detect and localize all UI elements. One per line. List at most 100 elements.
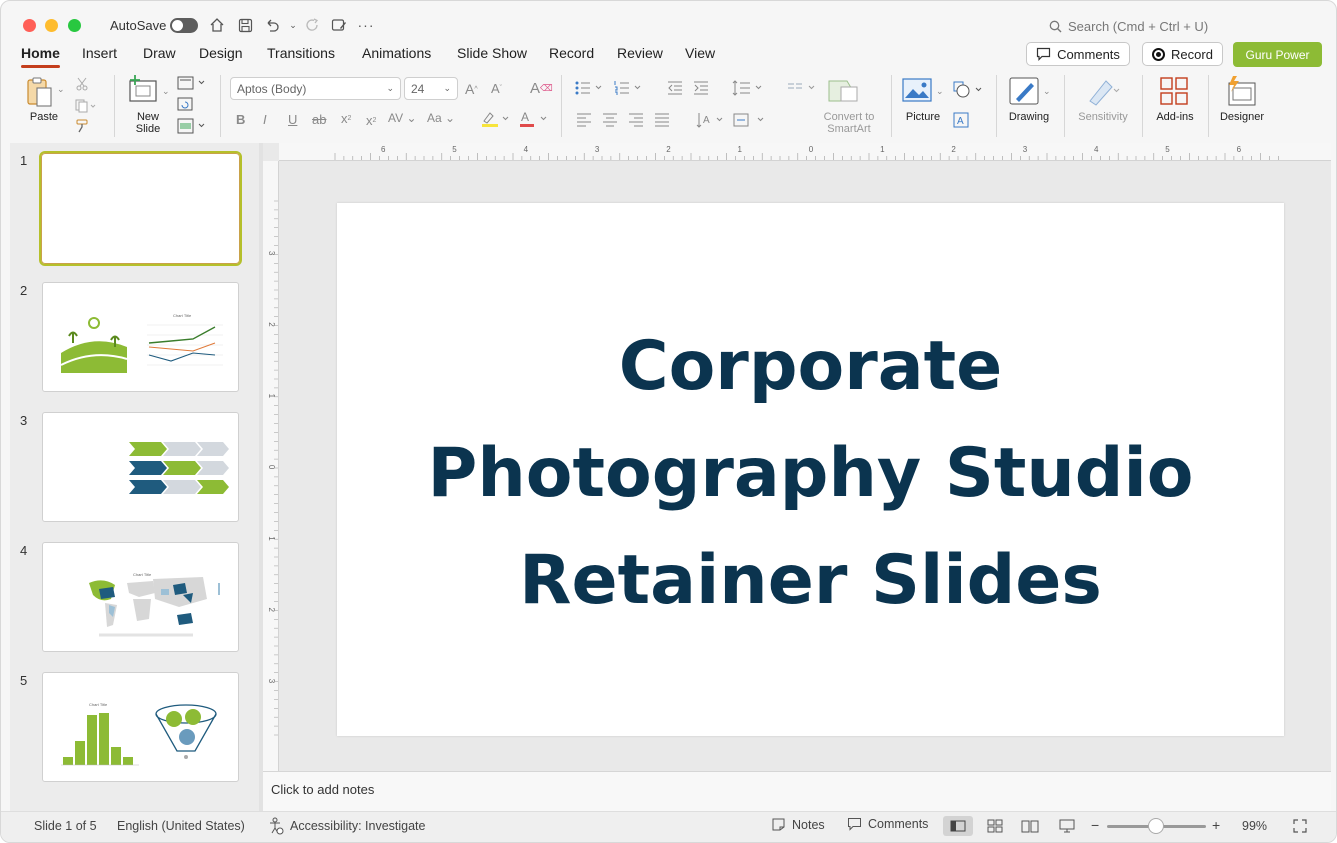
highlight-icon[interactable] [480,109,512,129]
add-ins-icon[interactable] [1159,76,1189,106]
ruler-label: 2 [666,145,671,154]
align-text-icon[interactable] [732,111,768,129]
tab-animations[interactable]: Animations [362,45,431,61]
status-comments-button[interactable]: Comments [847,817,928,831]
tab-view[interactable]: View [685,45,715,61]
slide-4-preview: Chart Title [89,572,220,637]
format-painter-icon[interactable] [75,119,89,133]
picture-icon[interactable] [902,77,932,103]
comments-button[interactable]: Comments [1026,42,1130,66]
vertical-ruler: 3210123 [263,161,279,771]
slideshow-button[interactable] [1052,816,1082,836]
zoom-window-button[interactable] [68,19,81,32]
tab-draw[interactable]: Draw [143,45,176,61]
slide-canvas[interactable]: Corporate Photography Studio Retainer Sl… [337,203,1284,736]
slide-thumbnail-4[interactable]: Chart Title [42,542,239,652]
text-box-icon[interactable]: A [953,112,969,128]
text-direction-icon[interactable]: A [695,111,727,129]
italic-icon[interactable]: I [263,112,267,127]
record-button[interactable]: Record [1142,42,1223,66]
slide-thumbnail-2[interactable]: Chart Title [42,282,239,392]
minimize-window-button[interactable] [45,19,58,32]
undo-dropdown-icon[interactable]: ⌄ [284,16,302,34]
horizontal-ruler: 6 5 4 3 2 1 0 1 2 3 4 5 6 [279,143,1331,161]
notes-button[interactable]: Notes [771,817,825,832]
zoom-slider-handle[interactable] [1148,818,1164,834]
tab-transitions[interactable]: Transitions [267,45,335,61]
reset-icon[interactable] [177,96,193,112]
numbering-icon[interactable] [613,80,643,96]
copy-icon [75,99,97,113]
slide-thumbnail-1[interactable] [39,151,242,266]
picture-dropdown-icon[interactable]: ⌄ [936,86,944,97]
grow-font-icon[interactable]: A ^ [465,81,478,97]
decrease-indent-icon[interactable] [667,80,683,96]
normal-view-button[interactable] [943,816,973,836]
drawing-icon[interactable] [1009,75,1041,107]
fit-to-window-button[interactable] [1285,816,1315,836]
section-icon[interactable] [177,118,207,134]
comments-button-label: Comments [1057,46,1120,62]
slide-number: 5 [20,673,28,688]
tab-record[interactable]: Record [549,45,594,61]
slide-thumbnail-5[interactable]: Chart Title [42,672,239,782]
bullets-icon[interactable] [574,80,604,96]
undo-icon[interactable] [263,16,281,34]
ruler-label: 6 [1237,145,1242,154]
language-indicator[interactable]: English (United States) [117,819,245,833]
shapes-icon[interactable] [953,81,985,99]
accessibility-button[interactable]: Accessibility: Investigate [268,817,425,835]
reading-view-button[interactable] [1015,816,1045,836]
align-left-icon[interactable] [576,112,592,128]
svg-text:A: A [957,116,964,127]
zoom-level[interactable]: 99% [1242,819,1267,833]
save-icon[interactable] [236,16,254,34]
slide-sorter-button[interactable] [980,816,1010,836]
align-right-icon[interactable] [628,112,644,128]
change-case-icon[interactable]: Aa ⌄ [427,111,455,125]
zoom-out-button[interactable]: − [1091,817,1099,833]
slide-title[interactable]: Corporate Photography Studio Retainer Sl… [337,313,1284,634]
character-spacing-icon[interactable]: AV ⌄ [388,111,417,125]
superscript-icon[interactable]: x2 [341,111,351,126]
bold-icon[interactable]: B [236,112,245,127]
font-size-value: 24 [411,81,425,96]
font-size-select[interactable]: 24 ⌄ [404,77,458,100]
slide-thumbnail-3[interactable] [42,412,239,522]
tab-design[interactable]: Design [199,45,243,61]
drawing-dropdown-icon[interactable]: ⌄ [1043,86,1051,97]
tab-insert[interactable]: Insert [82,45,117,61]
align-center-icon[interactable] [602,112,618,128]
svg-text:Chart Title: Chart Title [173,313,192,318]
shrink-font-icon[interactable]: Aˇ [491,81,502,96]
increase-indent-icon[interactable] [693,80,709,96]
justify-icon[interactable] [654,112,670,128]
customize-icon[interactable] [330,16,348,34]
layout-icon[interactable] [177,75,207,91]
strikethrough-icon[interactable]: ab [312,112,326,127]
font-name-select[interactable]: Aptos (Body) ⌄ [230,77,401,100]
zoom-in-button[interactable]: + [1212,817,1220,833]
columns-icon[interactable] [787,80,817,96]
paste-dropdown-icon[interactable]: ⌄ [57,84,65,95]
underline-icon[interactable]: U [288,112,297,127]
ruler-label: 1 [267,536,276,541]
new-slide-icon[interactable] [128,75,158,105]
paste-icon[interactable] [25,75,55,109]
clear-formatting-icon[interactable]: A ⌫ [530,80,553,97]
search-box[interactable]: Search (Cmd + Ctrl + U) [1049,19,1208,34]
tab-home[interactable]: Home [21,45,60,68]
designer-icon[interactable] [1225,75,1257,107]
line-spacing-icon[interactable] [732,79,764,97]
home-icon[interactable] [208,16,226,34]
autosave-toggle[interactable] [170,18,198,33]
new-slide-dropdown-icon[interactable]: ⌄ [162,86,170,97]
tab-review[interactable]: Review [617,45,663,61]
guru-power-button[interactable]: Guru Power [1233,42,1322,67]
subscript-icon[interactable]: x2 [366,113,376,128]
font-color-icon[interactable]: A [518,109,550,129]
close-window-button[interactable] [23,19,36,32]
more-icon[interactable]: ··· [357,16,375,34]
tab-slide-show[interactable]: Slide Show [457,45,527,61]
notes-pane[interactable]: Click to add notes [263,771,1331,811]
